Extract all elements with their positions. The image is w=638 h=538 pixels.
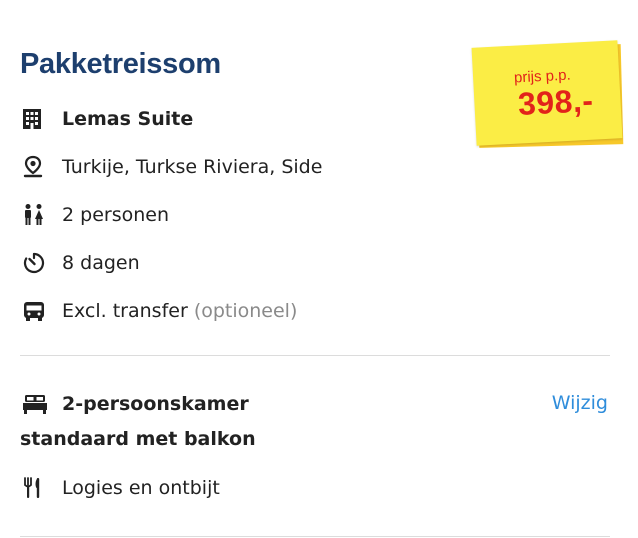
- bus-icon: [22, 299, 48, 323]
- persons-text: 2 personen: [62, 204, 169, 226]
- transfer-optional: (optioneel): [193, 300, 298, 322]
- room-header: 2-persoonskamer: [22, 390, 249, 418]
- location-pin-icon: [22, 155, 48, 179]
- divider-bottom: [20, 536, 610, 537]
- transfer-label: Excl. transfer: [62, 300, 188, 322]
- room-subtitle: standaard met balkon: [20, 428, 256, 450]
- price-value: 398,-: [517, 82, 595, 122]
- change-room-link[interactable]: Wijzig: [552, 392, 608, 414]
- persons-icon: [22, 203, 48, 227]
- detail-persons: 2 personen: [22, 201, 169, 229]
- fork-knife-icon: [22, 476, 48, 500]
- duration-text: 8 dagen: [62, 252, 140, 274]
- detail-location: Turkije, Turkse Riviera, Side: [22, 153, 322, 181]
- location-text: Turkije, Turkse Riviera, Side: [62, 156, 323, 178]
- bed-icon: [22, 392, 48, 416]
- package-title: Pakketreissom: [20, 48, 221, 80]
- divider: [20, 355, 610, 356]
- room-title: 2-persoonskamer: [62, 393, 249, 415]
- detail-duration: 8 dagen: [22, 249, 140, 277]
- timer-icon: [22, 251, 48, 275]
- detail-meal: Logies en ontbijt: [22, 474, 220, 502]
- detail-transfer: Excl. transfer (optioneel): [22, 297, 297, 325]
- transfer-text: Excl. transfer (optioneel): [62, 300, 297, 322]
- price-sticker: prijs p.p. 398,-: [471, 40, 624, 152]
- meal-text: Logies en ontbijt: [62, 477, 220, 499]
- building-icon: [22, 107, 48, 131]
- hotel-name: Lemas Suite: [62, 108, 194, 130]
- detail-hotel: Lemas Suite: [22, 105, 193, 133]
